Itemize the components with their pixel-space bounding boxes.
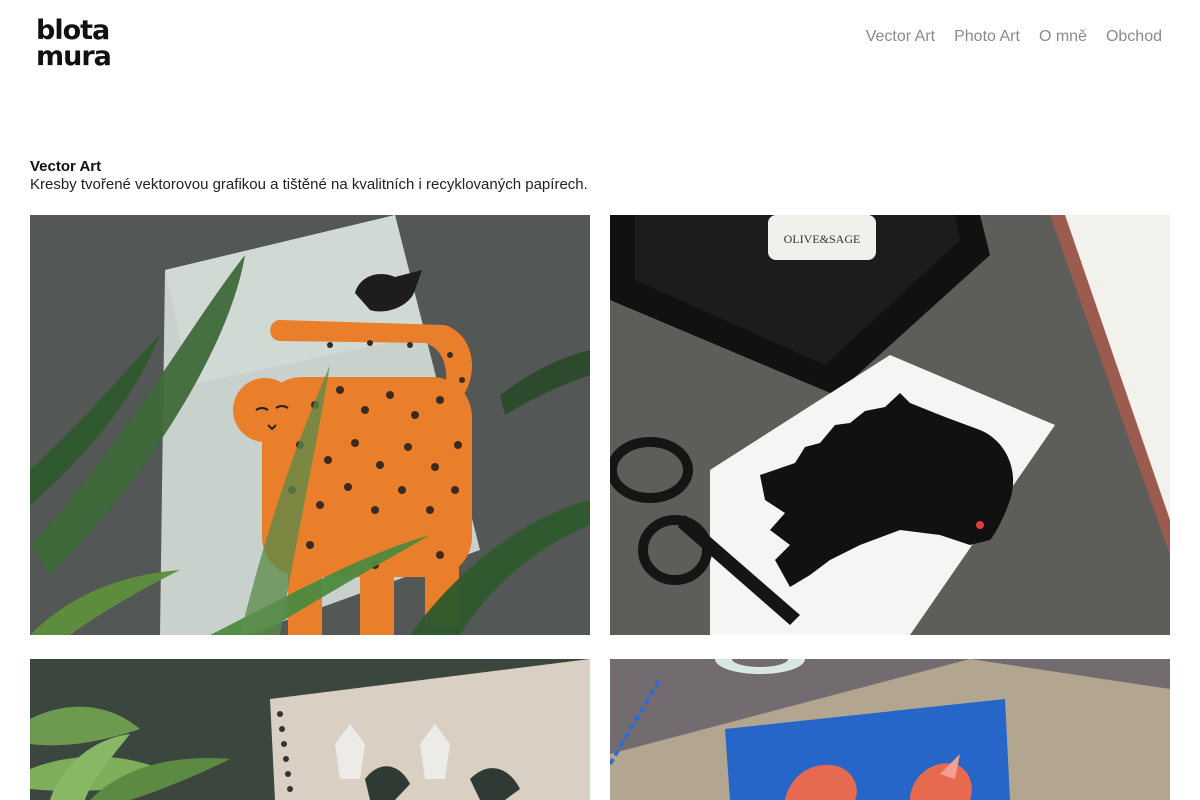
red-bird-image xyxy=(610,659,1170,800)
nav-shop[interactable]: Obchod xyxy=(1106,27,1162,47)
gallery-item-black-bird[interactable]: OLIVE&SAGE xyxy=(610,215,1170,635)
nav-photo-art[interactable]: Photo Art xyxy=(954,27,1020,47)
candle-label: OLIVE&SAGE xyxy=(784,232,861,246)
black-bird-image: OLIVE&SAGE xyxy=(610,215,1170,635)
gallery-item-notebook[interactable] xyxy=(30,659,590,800)
page-description: Kresby tvořené vektorovou grafikou a tiš… xyxy=(30,176,588,193)
nav-vector-art[interactable]: Vector Art xyxy=(866,27,935,47)
gallery-item-red-bird[interactable] xyxy=(610,659,1170,800)
notebook-image xyxy=(30,659,590,800)
page: blota mura Vector Art Photo Art O mně Ob… xyxy=(0,0,1200,800)
gallery-item-leopard-cat[interactable] xyxy=(30,215,590,635)
nav-about[interactable]: O mně xyxy=(1039,27,1087,47)
page-title: Vector Art xyxy=(30,158,102,175)
intro-section: Vector Art Kresby tvořené vektorovou gra… xyxy=(30,158,1170,194)
logo-line-2: mura xyxy=(36,41,112,72)
leopard-cat-image xyxy=(30,215,590,635)
site-header: blota mura Vector Art Photo Art O mně Ob… xyxy=(0,0,1200,100)
logo[interactable]: blota mura xyxy=(36,17,136,76)
main-nav: Vector Art Photo Art O mně Obchod xyxy=(847,27,1162,47)
